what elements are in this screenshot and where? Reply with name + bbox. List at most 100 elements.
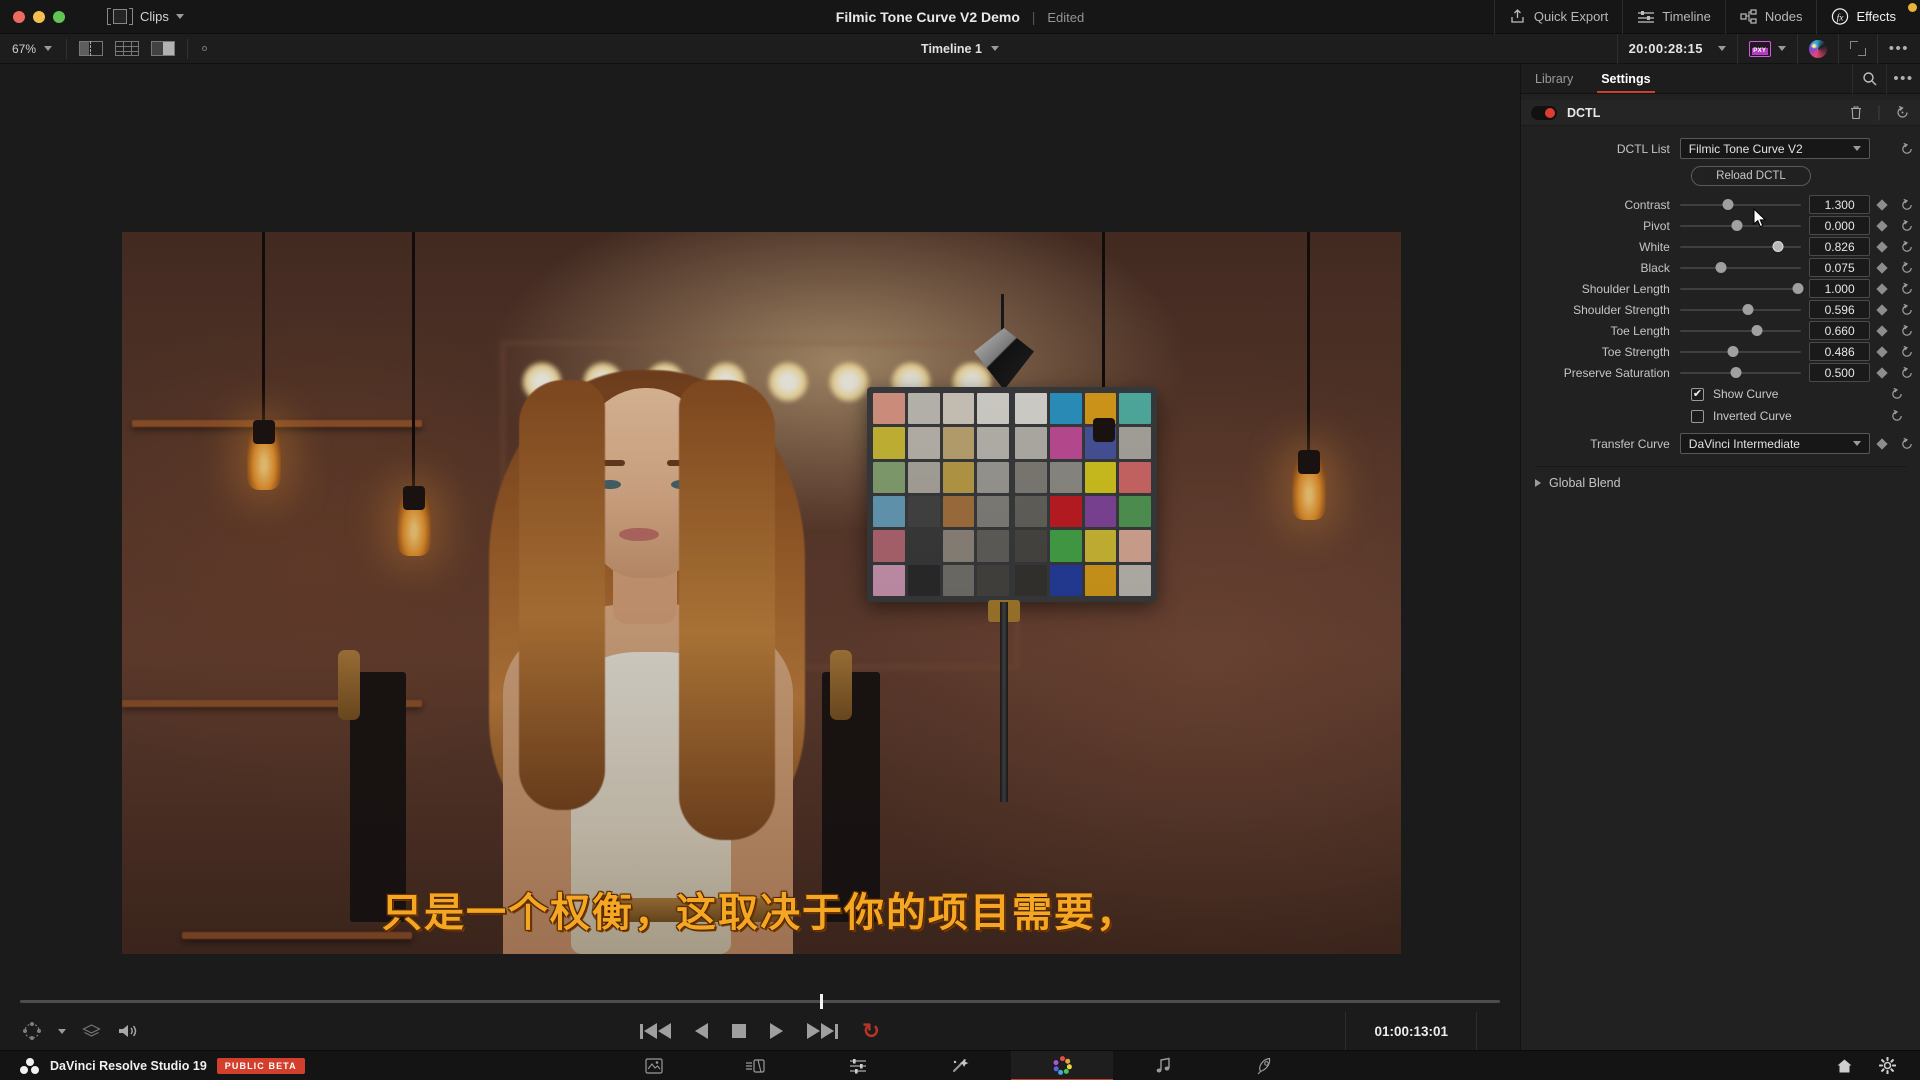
grid-view-icon[interactable]: [115, 41, 140, 56]
reset-icon[interactable]: [1894, 142, 1920, 156]
reset-icon[interactable]: [1890, 387, 1904, 401]
parameter-value[interactable]: 0.000: [1808, 216, 1871, 235]
keyframe-button[interactable]: [1870, 240, 1894, 253]
reset-icon[interactable]: [1890, 409, 1904, 423]
parameter-value[interactable]: 1.000: [1808, 279, 1871, 298]
parameter-slider[interactable]: [1679, 257, 1801, 278]
playhead[interactable]: [820, 994, 823, 1009]
clips-selector[interactable]: Clips: [107, 8, 184, 25]
slider-knob[interactable]: [1772, 241, 1784, 252]
page-fairlight[interactable]: [1113, 1051, 1215, 1080]
parameter-slider[interactable]: [1679, 299, 1801, 320]
viewer-scrubber[interactable]: [0, 990, 1520, 1012]
onscreen-tool-icon[interactable]: [202, 46, 208, 51]
parameter-slider[interactable]: [1679, 278, 1804, 299]
parameter-value[interactable]: 0.596: [1808, 300, 1871, 319]
play-button[interactable]: [770, 1023, 784, 1039]
timeline-selector[interactable]: Timeline 1: [921, 42, 999, 56]
parameter-value[interactable]: 0.500: [1808, 363, 1871, 382]
keyframe-button[interactable]: [1870, 282, 1894, 295]
viewer-options-button[interactable]: •••: [1876, 33, 1920, 64]
reset-icon[interactable]: [1895, 105, 1910, 120]
reload-dctl-button[interactable]: Reload DCTL: [1691, 166, 1811, 186]
parameter-slider[interactable]: [1679, 236, 1801, 257]
page-edit[interactable]: [807, 1051, 909, 1080]
keyframe-button[interactable]: [1870, 345, 1894, 358]
quick-export-button[interactable]: Quick Export: [1493, 0, 1622, 34]
wipe-view-icon[interactable]: [151, 41, 176, 56]
play-reverse-button[interactable]: [695, 1023, 709, 1039]
slider-knob[interactable]: [1751, 325, 1763, 336]
video-frame[interactable]: [122, 232, 1401, 954]
slider-knob[interactable]: [1715, 262, 1727, 273]
split-view-icon[interactable]: [79, 41, 104, 56]
reset-icon[interactable]: [1894, 366, 1920, 380]
stop-button[interactable]: [732, 1024, 747, 1038]
keyframe-button[interactable]: [1870, 219, 1894, 232]
effect-enable-toggle[interactable]: [1531, 105, 1557, 120]
keyframe-button[interactable]: [1870, 366, 1894, 379]
reset-icon[interactable]: [1894, 240, 1920, 254]
zoom-level-selector[interactable]: 67%: [0, 42, 66, 56]
slider-knob[interactable]: [1730, 367, 1742, 378]
skip-to-start-button[interactable]: [640, 1023, 672, 1039]
close-window-button[interactable]: [13, 10, 25, 23]
parameter-slider[interactable]: [1679, 215, 1801, 236]
parameter-slider[interactable]: [1679, 362, 1801, 383]
maximize-window-button[interactable]: [53, 10, 65, 23]
reset-icon[interactable]: [1894, 198, 1920, 212]
reset-icon[interactable]: [1894, 345, 1920, 359]
reset-icon[interactable]: [1894, 324, 1920, 338]
show-curve-checkbox[interactable]: [1691, 387, 1704, 401]
loop-icon[interactable]: ↻: [862, 1021, 880, 1042]
timeline-panel-button[interactable]: Timeline: [1622, 0, 1725, 34]
reset-icon[interactable]: [1894, 437, 1920, 451]
transfer-curve-keyframe[interactable]: [1870, 437, 1894, 450]
parameter-value[interactable]: 0.826: [1808, 237, 1871, 256]
parameter-slider[interactable]: [1679, 320, 1801, 341]
parameter-value[interactable]: 0.486: [1808, 342, 1871, 361]
transfer-curve-dropdown[interactable]: DaVinci Intermediate: [1679, 433, 1871, 454]
slider-knob[interactable]: [1792, 283, 1804, 294]
page-fusion[interactable]: [909, 1051, 1011, 1080]
enhance-button[interactable]: [1796, 33, 1838, 64]
slider-knob[interactable]: [1722, 199, 1734, 210]
global-blend-section[interactable]: Global Blend: [1521, 467, 1920, 490]
page-media[interactable]: [603, 1051, 705, 1080]
minimize-window-button[interactable]: [33, 10, 45, 23]
proxy-mode-selector[interactable]: PXY: [1736, 33, 1797, 64]
parameter-value[interactable]: 0.660: [1808, 321, 1871, 340]
effects-panel-button[interactable]: fx Effects: [1816, 0, 1910, 34]
search-icon[interactable]: [1852, 63, 1886, 94]
slider-knob[interactable]: [1731, 220, 1743, 231]
parameter-slider[interactable]: [1679, 194, 1801, 215]
keyframe-button[interactable]: [1870, 198, 1894, 211]
viewer-stage[interactable]: 只是一个权衡，这取决于你的项目需要，: [0, 64, 1520, 990]
parameter-slider[interactable]: [1679, 341, 1801, 362]
reset-icon[interactable]: [1894, 282, 1920, 296]
reset-icon[interactable]: [1894, 303, 1920, 317]
window-controls[interactable]: [0, 10, 65, 23]
reset-icon[interactable]: [1894, 261, 1920, 275]
timecode-selector[interactable]: 20:00:28:15: [1616, 33, 1737, 64]
page-color[interactable]: [1011, 1050, 1113, 1080]
scrubber-track[interactable]: [20, 1000, 1500, 1003]
parameter-value[interactable]: 0.075: [1808, 258, 1871, 277]
slider-knob[interactable]: [1742, 304, 1754, 315]
page-cut[interactable]: [705, 1051, 807, 1080]
trash-icon[interactable]: [1849, 105, 1863, 120]
more-options-icon[interactable]: •••: [1886, 63, 1920, 94]
parameter-value[interactable]: 1.300: [1808, 195, 1871, 214]
keyframe-button[interactable]: [1870, 303, 1894, 316]
page-deliver[interactable]: [1215, 1051, 1317, 1080]
dctl-list-dropdown[interactable]: Filmic Tone Curve V2: [1679, 138, 1871, 159]
keyframe-button[interactable]: [1870, 261, 1894, 274]
skip-to-end-button[interactable]: [807, 1023, 839, 1039]
slider-knob[interactable]: [1727, 346, 1739, 357]
notification-indicator[interactable]: [1908, 3, 1917, 12]
tab-library[interactable]: Library: [1521, 64, 1587, 93]
nodes-panel-button[interactable]: Nodes: [1724, 0, 1817, 34]
tab-settings[interactable]: Settings: [1587, 64, 1664, 93]
reset-icon[interactable]: [1894, 219, 1920, 233]
keyframe-button[interactable]: [1870, 324, 1894, 337]
